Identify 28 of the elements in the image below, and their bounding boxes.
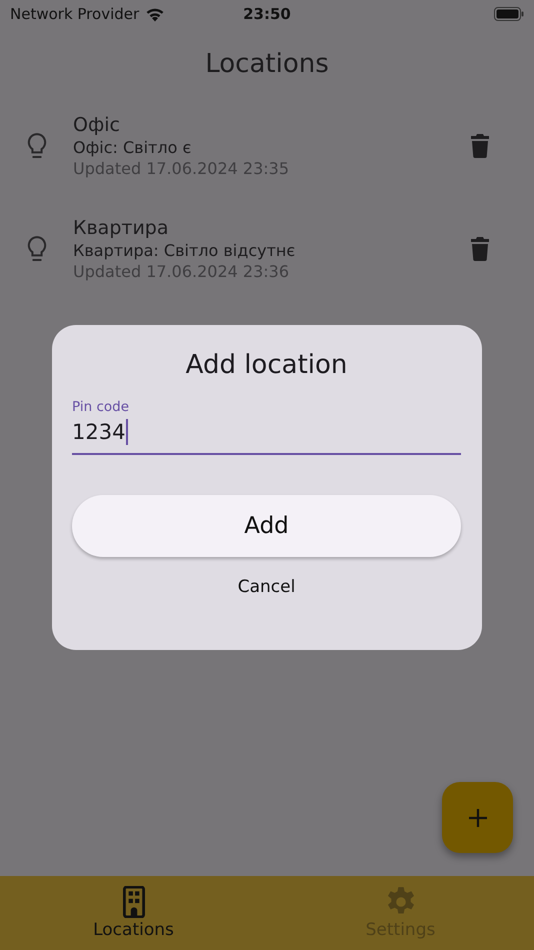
location-item[interactable]: Квартира Квартира: Світло відсутнє Updated 17.06.2024 23:36 [0, 197, 534, 300]
text-cursor [126, 419, 128, 445]
page-title: Locations [204, 48, 330, 81]
add-button[interactable]: Add [72, 495, 461, 557]
location-status: Квартира: Світло відсутнє [73, 240, 296, 260]
updated-time: Updated 17.06.2024 23:35 [73, 158, 290, 178]
dialog-title: Add location [184, 349, 348, 382]
trash-icon [470, 236, 490, 260]
status-time: 23:50 [243, 5, 291, 23]
pin-code-field[interactable]: Pin code 1234 [72, 399, 461, 455]
plus-icon [468, 808, 488, 828]
field-value: 1234 [72, 420, 126, 444]
carrier-name: Network Provider [10, 5, 140, 23]
lightbulb-icon [26, 234, 48, 262]
location-name: Офіс [73, 114, 121, 136]
cancel-button[interactable]: Cancel [230, 573, 304, 601]
updated-time: Updated 17.06.2024 23:36 [73, 262, 290, 280]
nav-tab[interactable]: Locations [0, 876, 267, 950]
location-name: Квартира [73, 216, 170, 238]
location-item[interactable]: Офіс Офіс: Світло є Updated 17.06.2024 23:35 [0, 94, 534, 197]
field-label: Pin code [72, 399, 130, 415]
location-status: Офіс: Світло є [73, 138, 192, 156]
nav-label: Locations [93, 920, 174, 940]
battery-icon [494, 7, 524, 21]
building-icon [122, 886, 144, 918]
lightbulb-icon [26, 132, 48, 160]
wifi-icon [145, 6, 166, 22]
trash-icon [470, 134, 490, 158]
